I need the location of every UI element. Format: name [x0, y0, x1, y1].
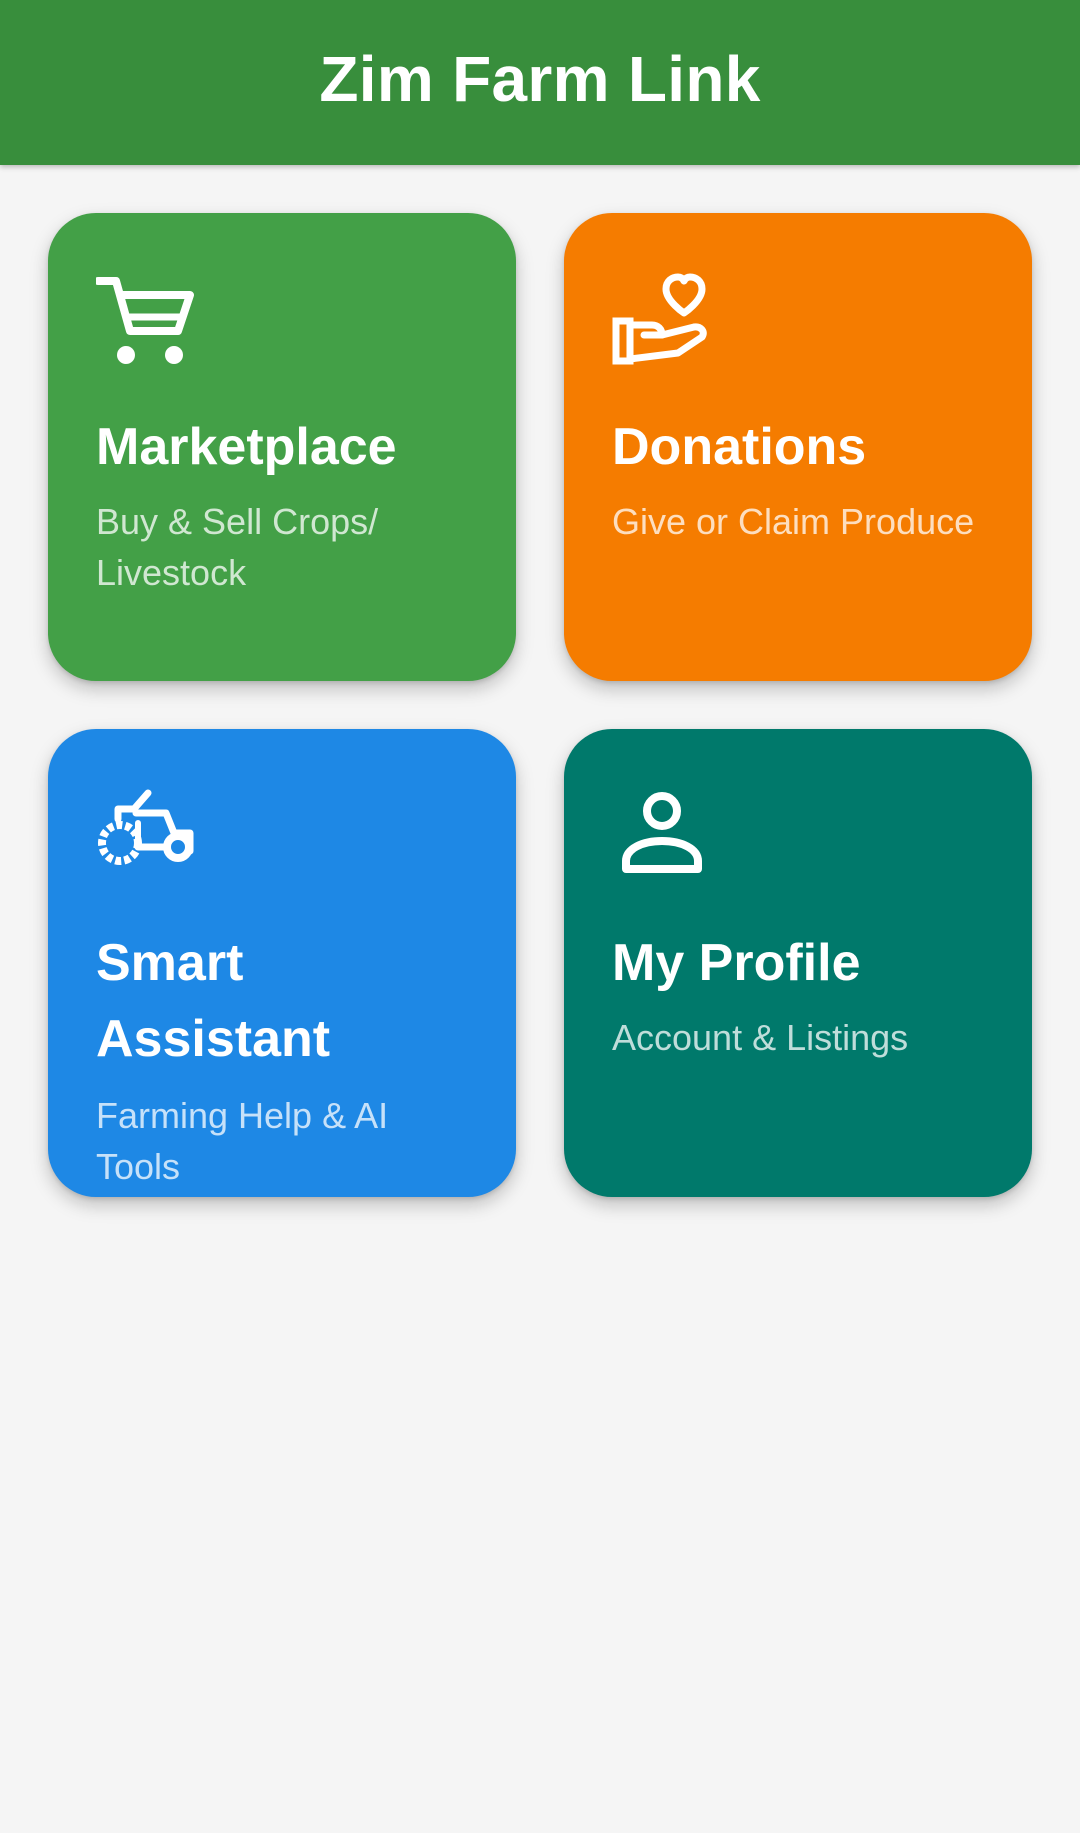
card-title: Donations [612, 418, 867, 476]
person-icon [612, 785, 712, 885]
card-subtitle: Buy & Sell Crops/ Livestock [96, 501, 379, 593]
card-title: Marketplace [96, 418, 397, 476]
card-title: My Profile [612, 934, 861, 992]
card-subtitle: Account & Listings [612, 1017, 909, 1058]
app-title: Zim Farm Link [319, 42, 761, 115]
card-title: Smart Assistant [96, 934, 331, 1068]
app-bar: Zim Farm Link [0, 0, 1080, 165]
shopping-cart-icon [96, 269, 196, 369]
hand-heart-icon [612, 269, 712, 369]
marketplace-card[interactable]: Marketplace Buy & Sell Crops/ Livestock [48, 213, 516, 681]
smart-assistant-card[interactable]: Smart Assistant Farming Help & AI Tools [48, 729, 516, 1197]
card-subtitle: Give or Claim Produce [612, 501, 975, 542]
my-profile-card[interactable]: My Profile Account & Listings [564, 729, 1032, 1197]
tractor-icon [96, 785, 196, 885]
donations-card[interactable]: Donations Give or Claim Produce [564, 213, 1032, 681]
card-subtitle: Farming Help & AI Tools [96, 1095, 389, 1187]
